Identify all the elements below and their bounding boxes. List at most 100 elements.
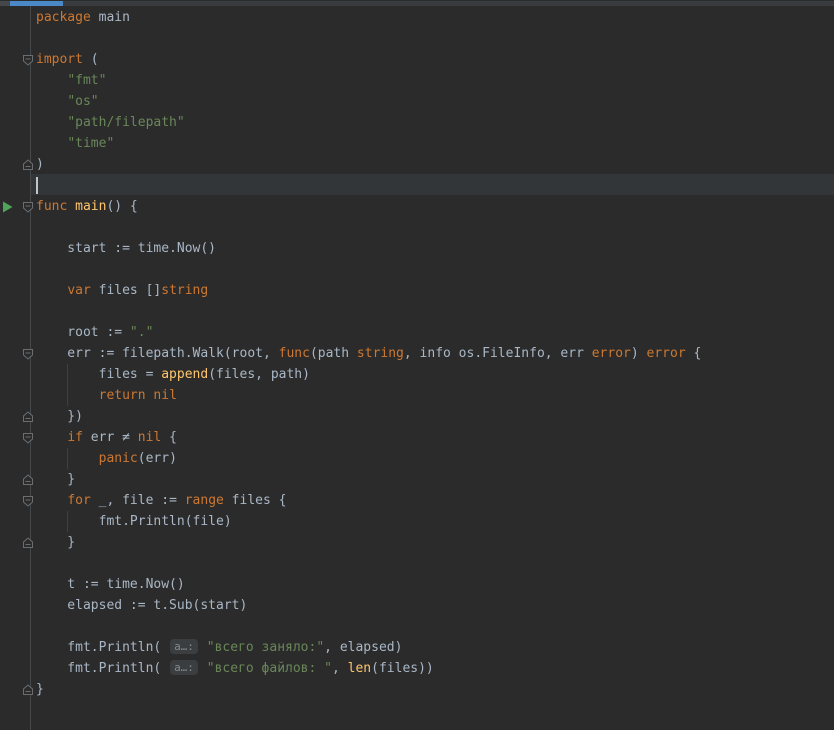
code-token[interactable] [36,136,67,151]
code-token[interactable]: append [161,367,208,382]
code-token[interactable]: ) [631,346,647,361]
code-line[interactable] [36,616,701,637]
code-token[interactable]: nil [153,388,176,403]
code-line[interactable]: start := time.Now() [36,238,701,259]
fold-collapse-icon[interactable] [22,348,34,360]
code-line[interactable]: panic(err) [36,448,701,469]
code-token[interactable]: nil [138,430,161,445]
code-token[interactable]: files [] [91,283,162,298]
code-line[interactable]: } [36,532,701,553]
code-token[interactable]: files { [224,493,287,508]
code-line[interactable]: elapsed := t.Sub(start) [36,595,701,616]
code-token[interactable]: } [36,682,44,697]
fold-end-icon[interactable] [22,158,34,171]
code-token[interactable]: _, file := [91,493,185,508]
code-line[interactable]: fmt.Println( a…: "всего заняло:", elapse… [36,637,701,658]
code-token[interactable]: (err) [138,451,177,466]
code-token[interactable]: for [67,493,90,508]
code-token[interactable]: "path/filepath" [67,115,184,130]
code-token[interactable]: var [67,283,90,298]
code-token[interactable]: "всего заняло:" [207,640,324,655]
code-line[interactable]: ) [36,154,701,175]
code-line[interactable]: func main() { [36,196,701,217]
code-token[interactable]: return [99,388,146,403]
code-token[interactable]: }) [36,409,83,424]
code-token[interactable]: start := time.Now() [36,241,216,256]
fold-collapse-icon[interactable] [22,495,34,507]
code-token[interactable] [36,283,67,298]
code-token[interactable]: elapsed := t.Sub(start) [36,598,247,613]
code-token[interactable] [67,199,75,214]
code-line[interactable]: "time" [36,133,701,154]
code-token[interactable]: if [67,430,83,445]
code-token[interactable] [36,493,67,508]
code-token[interactable]: err := filepath.Walk(root, [36,346,279,361]
fold-collapse-icon[interactable] [22,432,34,444]
code-editor-area[interactable]: package main import ( "fmt" "os" "path/fi… [0,6,834,730]
fold-end-icon[interactable] [22,473,34,486]
code-token[interactable]: , elapsed) [324,640,402,655]
code-token[interactable]: (path [310,346,357,361]
code-line[interactable] [36,259,701,280]
code-token[interactable] [199,661,207,676]
code-token[interactable]: string [161,283,208,298]
code-line[interactable]: "fmt" [36,70,701,91]
code-line[interactable]: files = append(files, path) [36,364,701,385]
code-line[interactable]: fmt.Println( a…: "всего файлов: ", len(f… [36,658,701,679]
code-token[interactable]: package [36,10,91,25]
run-main-gutter-icon[interactable] [3,201,13,213]
code-line[interactable]: package main [36,7,701,28]
fold-collapse-icon[interactable] [22,201,34,213]
code-line[interactable]: root := "." [36,322,701,343]
code-text[interactable]: package main import ( "fmt" "os" "path/fi… [36,7,701,721]
code-line[interactable]: fmt.Println(file) [36,511,701,532]
code-line[interactable]: } [36,679,701,700]
code-token[interactable]: ( [83,52,99,67]
code-line[interactable]: err := filepath.Walk(root, func(path str… [36,343,701,364]
code-token[interactable]: files = [36,367,161,382]
code-token[interactable]: (files, path) [208,367,310,382]
code-line[interactable] [36,553,701,574]
code-token[interactable]: err ≠ [83,430,138,445]
fold-end-icon[interactable] [22,410,34,423]
code-line[interactable]: } [36,469,701,490]
code-token[interactable]: "fmt" [67,73,106,88]
parameter-inlay-hint-badge[interactable]: a…: [170,660,198,675]
code-token[interactable]: import [36,52,83,67]
code-token[interactable]: } [36,472,75,487]
code-token[interactable]: { [686,346,701,361]
code-token[interactable]: string [357,346,404,361]
fold-collapse-icon[interactable] [22,54,34,66]
code-token[interactable]: len [348,661,371,676]
code-token[interactable]: fmt.Println( [36,640,169,655]
code-token[interactable]: { [161,430,177,445]
code-token[interactable]: "." [130,325,153,340]
code-token[interactable]: func [36,199,67,214]
code-token[interactable]: root := [36,325,130,340]
code-line[interactable]: "path/filepath" [36,112,701,133]
code-token[interactable]: "всего файлов: " [207,661,332,676]
code-token[interactable]: "time" [67,136,114,151]
fold-end-icon[interactable] [22,536,34,549]
code-token[interactable]: t := time.Now() [36,577,184,592]
code-token[interactable] [199,640,207,655]
code-line[interactable]: "os" [36,91,701,112]
code-line[interactable] [36,175,701,196]
code-line[interactable]: t := time.Now() [36,574,701,595]
code-line[interactable]: if err ≠ nil { [36,427,701,448]
code-line[interactable] [36,301,701,322]
code-token[interactable]: func [279,346,310,361]
code-token[interactable]: (files)) [371,661,434,676]
code-token[interactable] [36,73,67,88]
code-token[interactable]: ) [36,157,44,172]
code-token[interactable]: error [592,346,631,361]
code-token[interactable]: } [36,535,75,550]
code-token[interactable]: fmt.Println( [36,661,169,676]
code-line[interactable] [36,217,701,238]
code-line[interactable]: for _, file := range files { [36,490,701,511]
code-token[interactable]: main [91,10,130,25]
code-token[interactable]: error [647,346,686,361]
code-line[interactable] [36,28,701,49]
code-line[interactable]: return nil [36,385,701,406]
code-line[interactable]: var files []string [36,280,701,301]
